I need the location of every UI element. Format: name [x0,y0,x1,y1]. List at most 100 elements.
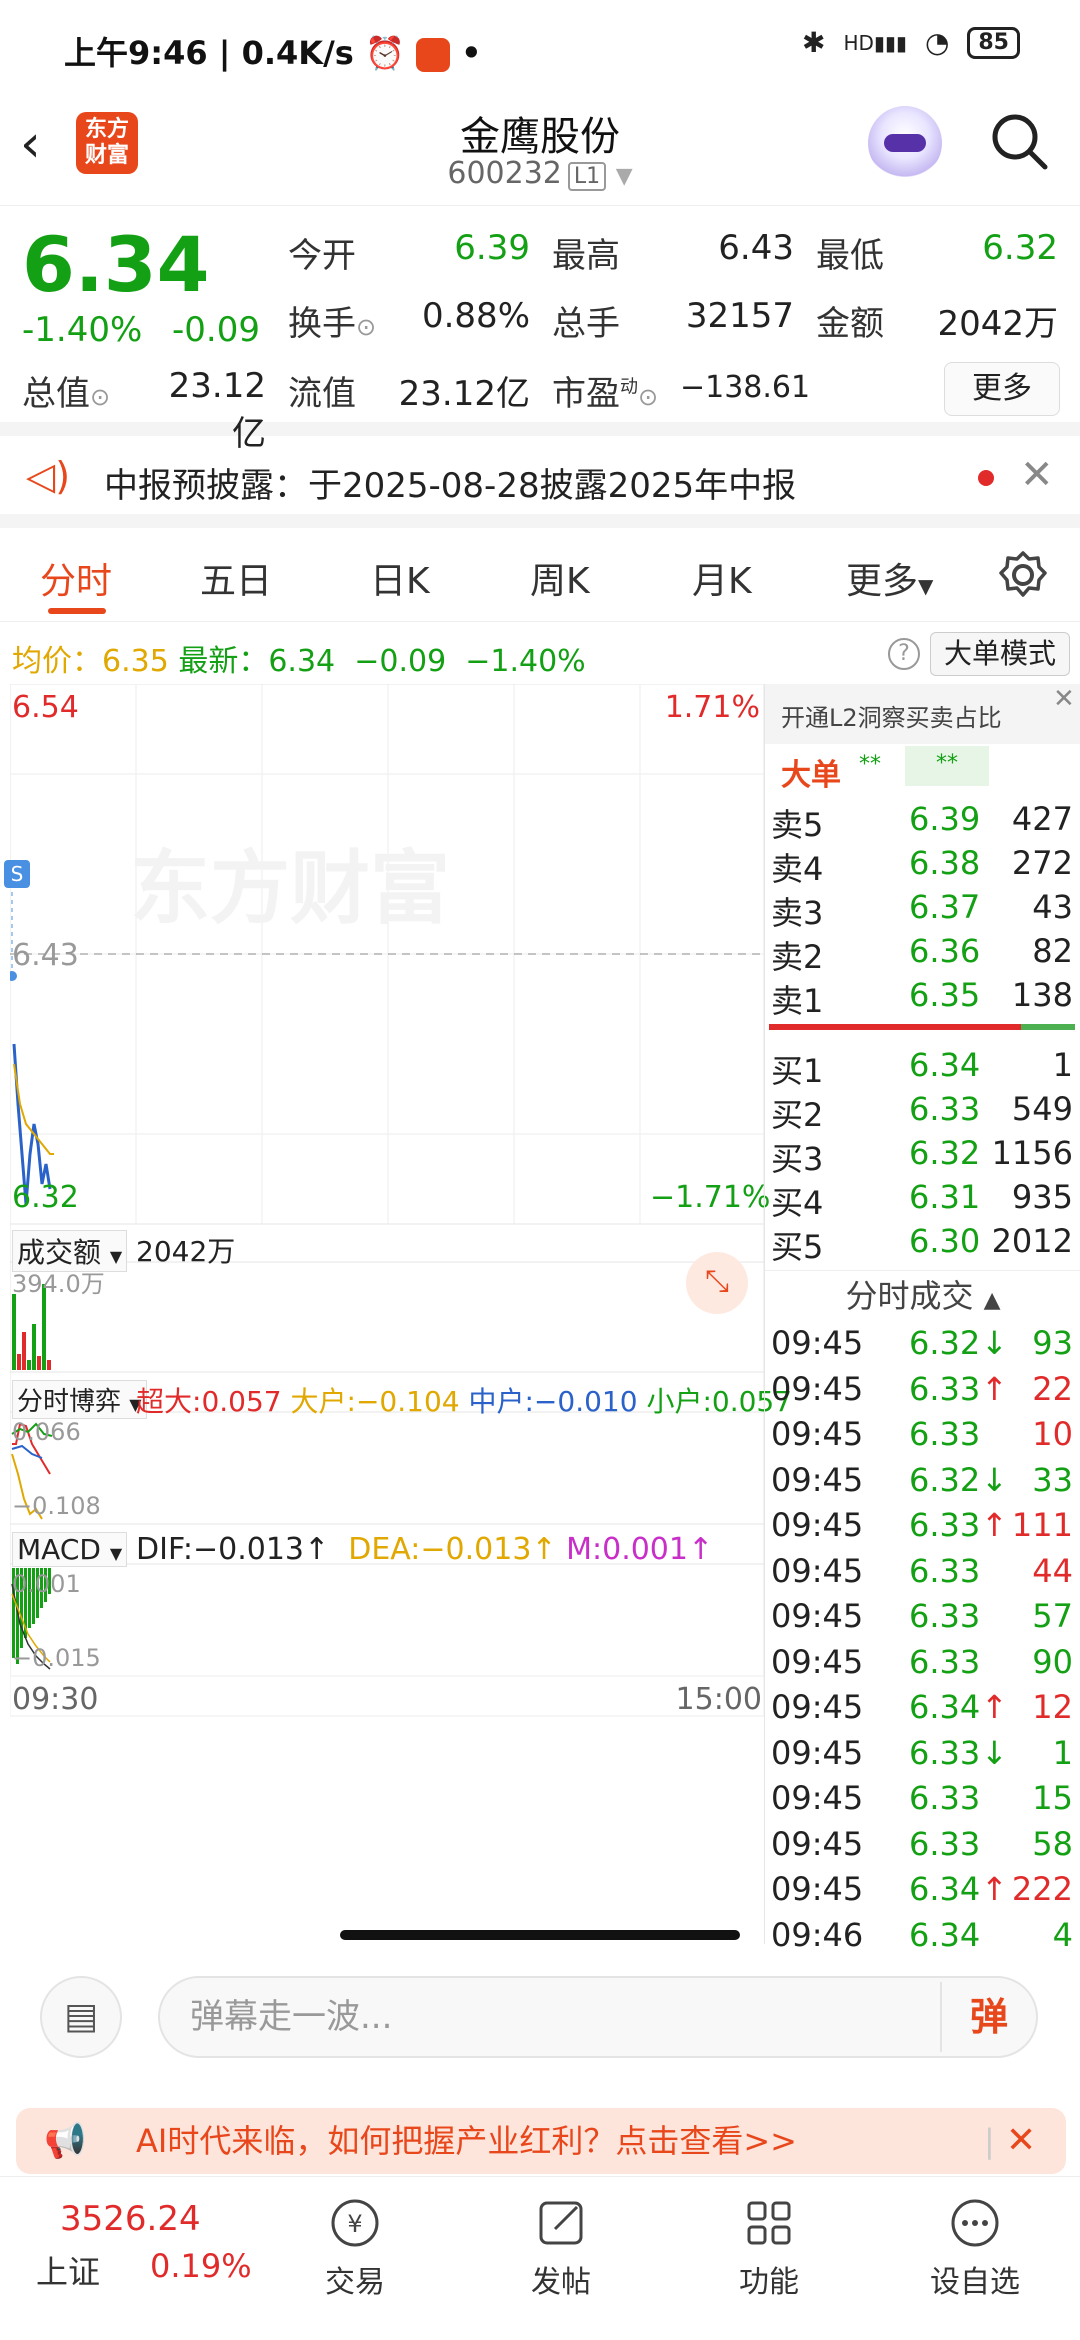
expand-icon[interactable]: ⤡ [686,1252,748,1314]
bottom-area: ▤ 弹幕走一波... 弹 📢 AI时代来临，如何把握产业红利？点击查看>> | … [0,1946,1080,2340]
tick-direction-icon: ↓ [981,1733,1008,1772]
tab-more[interactable]: 更多▼ [846,552,933,604]
float-value: 23.12亿 [398,374,530,414]
search-icon[interactable] [988,110,1050,176]
tick-volume: 22 [1032,1369,1073,1408]
tick-direction-icon: ↑ [981,1870,1008,1908]
amount-label: 金额 [816,304,884,344]
tick-row: 09:45 6.33 90 [765,1643,1080,1687]
tick-row: 09:45 6.33 10 [765,1415,1080,1459]
close-icon[interactable]: ✕ [1053,684,1075,714]
chart-mid-price: 6.43 [12,938,79,973]
settings-gear-icon[interactable] [998,550,1048,604]
tick-time: 09:45 [771,1460,864,1499]
bid-row[interactable]: 买2 6.33 549 [765,1090,1080,1134]
high-value: 6.43 [718,228,794,268]
tab-weekly-k[interactable]: 周K [530,552,590,604]
ask-row[interactable]: 卖4 6.38 272 [765,844,1080,888]
status-time: 上午9:46 | 0.4K/s ⏰ • [64,34,482,72]
tick-time: 09:45 [771,1642,864,1681]
l2-promo[interactable]: 开通L2洞察买卖占比 ✕ [765,684,1080,744]
tab-intraday[interactable]: 分时 [40,552,112,604]
danmaku-input[interactable]: 弹幕走一波... [158,1976,1038,2058]
tick-volume: 93 [1032,1324,1073,1362]
order-book: 开通L2洞察买卖占比 ✕ 大单 ** ** 卖5 6.39 427 卖4 6.38 27… [764,684,1080,1954]
ask-row[interactable]: 卖3 6.37 43 [765,888,1080,932]
assistant-robot-icon[interactable] [868,106,942,180]
tick-price: 6.33 [909,1415,981,1453]
big-order-mode-button[interactable]: 大单模式 [930,632,1070,676]
bid-row[interactable]: 买3 6.32 1156 [765,1134,1080,1178]
intraday-chart[interactable]: 东方财富 6.54 1.71% 6.43 6.32 −1.71% S 成交额 ▼… [4,684,792,1944]
tick-row: 09:45 6.33 44 [765,1552,1080,1596]
ad-banner[interactable]: 📢 AI时代来临，如何把握产业红利？点击查看>> | ✕ [16,2108,1066,2174]
tick-price: 6.33 [909,1824,981,1863]
battery-icon: 85 [967,26,1020,59]
info-icon[interactable]: ⊙ [356,313,376,341]
ask-row[interactable]: 卖5 6.39 427 [765,800,1080,844]
high-label: 最高 [552,236,620,276]
bid-row[interactable]: 买1 6.34 1 [765,1046,1080,1090]
ask-row[interactable]: 卖1 6.35 138 [765,976,1080,1020]
tick-price: 6.34 [909,1870,981,1908]
nav-trade[interactable]: ¥ 交易 [290,2195,420,2301]
volume-max: 394.0万 [12,1270,105,1298]
close-icon[interactable]: ✕ [1020,452,1054,498]
more-button[interactable]: 更多 [944,362,1060,416]
tick-time: 09:45 [771,1324,864,1362]
tab-monthly-k[interactable]: 月K [692,552,752,604]
tick-volume: 12 [1032,1688,1073,1726]
help-icon[interactable]: ? [888,638,920,670]
watermark: 东方财富 [130,842,450,935]
tick-price: 6.33 [909,1733,981,1772]
index-pct: 0.19% [150,2247,252,2285]
flow-indicator-select[interactable]: 分时博弈 ▼ [12,1380,147,1419]
danmaku-send-button[interactable]: 弹 [940,1982,1036,2052]
tick-price: 6.33 [909,1551,981,1590]
chart-bottom-pct: −1.71% [650,1180,771,1215]
float-value-label: 流值 [288,374,356,414]
big-order-label: 大单 [781,758,841,793]
amount-value: 2042万 [937,304,1058,344]
total-value-label: 总值⊙ [22,374,111,414]
tab-daily-k[interactable]: 日K [370,552,430,604]
index-ticker[interactable]: 3526.24 上证 0.19% [30,2177,252,2327]
tick-price: 6.33 [909,1642,981,1681]
tick-row: 09:45 6.34 ↑ 222 [765,1870,1080,1914]
big-order-mask: ** [859,752,881,777]
trade-icon: ¥ [331,2199,379,2247]
more-dots-icon [951,2199,999,2247]
danmaku-toggle-icon[interactable]: ▤ [40,1976,122,2058]
info-icon[interactable]: ⊙ [638,383,658,411]
level-badge: L1 [567,162,607,191]
info-icon[interactable]: ⊙ [90,383,110,411]
tick-volume: 33 [1032,1460,1073,1499]
macd-indicator-select[interactable]: MACD ▼ [12,1532,128,1567]
quote-panel: 6.34 -1.40% -0.09 今开 6.39 最高 6.43 最低 6.3… [0,206,1080,454]
unread-dot [978,470,994,486]
caret-down-icon: ▼ [109,1247,123,1266]
notice-banner[interactable]: ◁) 中报预披露：于2025-08-28披露2025年中报 ✕ [0,436,1080,528]
avg-price-bar: 均价：6.35 最新：6.34 −0.09 −1.40% ? 大单模式 [0,624,1080,684]
bid-row[interactable]: 买4 6.31 935 [765,1178,1080,1222]
chart-bottom-price: 6.32 [12,1180,79,1215]
s-marker[interactable]: S [4,860,30,888]
ticks-header[interactable]: 分时成交 ▲ [765,1270,1080,1320]
nav-post[interactable]: 发帖 [496,2195,626,2301]
tick-direction-icon: ↑ [981,1369,1008,1408]
tick-time: 09:45 [771,1369,864,1408]
bid-row[interactable]: 买5 6.30 2012 [765,1222,1080,1266]
low-value: 6.32 [982,228,1058,268]
time-axis-end: 15:00 [675,1682,762,1717]
close-icon[interactable]: ✕ [1006,2108,1036,2174]
nav-functions[interactable]: 功能 [704,2195,834,2301]
ad-text: AI时代来临，如何把握产业红利？点击查看>> [136,2122,797,2160]
nav-add-watchlist[interactable]: 设自选 [910,2195,1040,2301]
home-indicator[interactable] [340,1930,740,1940]
grid-icon [747,2201,791,2245]
avg-price-summary: 均价：6.35 最新：6.34 −0.09 −1.40% [12,644,586,679]
tick-price: 6.33 [909,1506,981,1544]
tab-five-day[interactable]: 五日 [200,552,272,604]
ask-row[interactable]: 卖2 6.36 82 [765,932,1080,976]
turnover-label: 换手⊙ [288,304,377,344]
